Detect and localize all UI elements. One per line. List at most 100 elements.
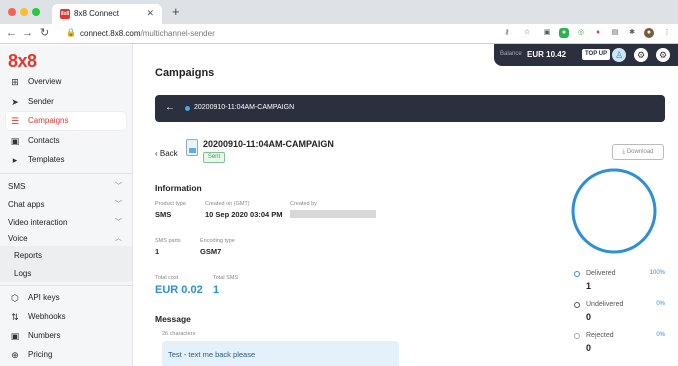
information-heading: Information (155, 183, 202, 193)
extension-icon[interactable]: ◎ (576, 28, 586, 38)
lock-icon: 🔒 (66, 28, 76, 37)
camera-icon[interactable]: ▣ (542, 28, 552, 38)
gear-icon[interactable]: ⚙ (634, 48, 648, 62)
undelivered-percent: 0% (656, 301, 665, 307)
delivered-percent: 100% (649, 270, 665, 276)
new-tab-icon[interactable]: + (172, 5, 180, 18)
templates-icon: ▸ (12, 155, 18, 165)
window-maximize-button[interactable] (32, 8, 40, 16)
forward-arrow-icon[interactable]: → (22, 27, 33, 40)
pricing-icon: ⊕ (11, 350, 19, 360)
status-badge: Sent (203, 152, 225, 163)
sidebar-group-voice[interactable]: Voice ︿ (0, 229, 132, 247)
window-minimize-button[interactable] (20, 8, 28, 16)
sidebar-group-label: Chat apps (8, 200, 45, 209)
send-icon: ➤ (11, 97, 19, 107)
extension-green-icon[interactable]: ● (559, 28, 569, 38)
address-bar-row: ← → ↻ 🔒 connect.8x8.com/multichannel-sen… (0, 24, 678, 44)
sidebar-item-label: Webhooks (28, 312, 66, 321)
campaigns-icon: ☰ (10, 116, 20, 126)
total-cost-value: EUR 0.02 (155, 284, 203, 296)
sidebar-item-sender[interactable]: ➤ Sender (6, 93, 126, 111)
api-icon: ⬡ (11, 293, 19, 303)
extension-box-icon[interactable]: ▤ (610, 28, 620, 38)
status-dot-icon (185, 106, 190, 111)
chevron-down-icon: ﹀ (115, 219, 122, 226)
total-sms-value: 1 (213, 284, 220, 296)
donut-delivered-arc (571, 168, 657, 254)
rejected-percent: 0% (656, 332, 665, 338)
key-icon[interactable]: ⚷ (502, 28, 512, 38)
star-icon[interactable]: ☆ (522, 28, 532, 38)
download-icon: ⤓ (622, 149, 626, 155)
sidebar-group-sms[interactable]: SMS ﹀ (0, 177, 132, 195)
chevron-down-icon: ﹀ (115, 183, 122, 190)
sidebar-item-contacts[interactable]: ▣ Contacts (6, 132, 126, 150)
back-arrow-icon[interactable]: ← (6, 27, 17, 40)
sidebar-subitem-label: Logs (14, 269, 32, 278)
back-button[interactable]: ‹ Back (155, 149, 178, 158)
message-text: Test - text me back please (168, 350, 256, 359)
sms-parts-label: SMS parts (155, 238, 181, 244)
logo[interactable]: 8x8 (8, 51, 37, 72)
browser-tab-bar: 8x8 8x8 Connect ✕ + (0, 0, 678, 24)
download-button[interactable]: ⤓ Download (612, 144, 664, 160)
profile-avatar[interactable]: ● (644, 28, 654, 38)
product-type-value: SMS (155, 210, 172, 219)
url-text: connect.8x8.com/multichannel-sender (80, 29, 215, 38)
tab-close-icon[interactable]: ✕ (146, 8, 154, 19)
divider (0, 173, 132, 174)
chevron-down-icon: ﹀ (115, 201, 122, 208)
delivery-donut-chart (571, 168, 657, 254)
sidebar-group-chat-apps[interactable]: Chat apps ﹀ (0, 195, 132, 213)
campaign-icon (186, 139, 198, 156)
sidebar-item-webhooks[interactable]: ⇅ Webhooks (6, 308, 126, 326)
sidebar-item-label: Contacts (28, 136, 60, 145)
reload-icon[interactable]: ↻ (40, 27, 49, 40)
campaign-banner: ← 20200910-11:04AM-CAMPAIGN (155, 95, 665, 122)
created-by-label: Created by (290, 201, 317, 207)
sidebar-subitem-logs[interactable]: Logs (0, 264, 132, 282)
sidebar-item-pricing[interactable]: ⊕ Pricing (6, 346, 126, 364)
sidebar-item-overview[interactable]: ⊞ Overview (6, 73, 126, 91)
rejected-ring-icon (574, 333, 580, 339)
pocket-icon[interactable]: ♦ (593, 28, 603, 38)
sidebar: 8x8 ⊞ Overview ➤ Sender ☰ Campaigns ▣ Co… (0, 45, 133, 366)
char-count: 26 characters (162, 331, 196, 337)
created-by-value-redacted (290, 210, 376, 218)
settings-icon[interactable]: ⚙ (656, 48, 670, 62)
created-on-label: Created on (GMT) (205, 201, 250, 207)
browser-menu-icon[interactable]: ⋮ (662, 28, 672, 38)
sidebar-item-label: Numbers (28, 331, 61, 340)
message-preview: Test - text me back please (162, 341, 399, 366)
favicon-icon: 8x8 (60, 9, 70, 19)
top-up-button[interactable]: TOP UP (582, 49, 611, 60)
back-arrow-icon[interactable]: ← (165, 102, 175, 114)
sidebar-item-label: Sender (28, 97, 54, 106)
tab-title: 8x8 Connect (74, 9, 119, 18)
sidebar-group-label: Video interaction (8, 218, 68, 227)
puzzle-icon[interactable]: ✱ (627, 28, 637, 38)
grid-icon: ⊞ (11, 77, 19, 87)
sidebar-item-api-keys[interactable]: ⬡ API keys (6, 289, 126, 307)
undelivered-label: Undelivered (586, 301, 624, 308)
window-close-button[interactable] (8, 8, 16, 16)
sidebar-item-label: API keys (28, 293, 60, 302)
total-sms-label: Total SMS (213, 275, 239, 281)
delivered-count: 1 (586, 281, 592, 291)
sidebar-item-label: Campaigns (28, 116, 69, 125)
sidebar-subitem-reports[interactable]: Reports (0, 246, 132, 264)
sidebar-item-campaigns[interactable]: ☰ Campaigns (6, 112, 126, 130)
sidebar-item-numbers[interactable]: ▣ Numbers (6, 327, 126, 345)
sidebar-subitem-label: Reports (14, 251, 43, 260)
numbers-icon: ▣ (10, 331, 20, 341)
user-icon[interactable]: ♙ (612, 48, 626, 62)
sidebar-item-templates[interactable]: ▸ Templates (6, 151, 126, 169)
back-label: Back (159, 149, 178, 158)
url-input[interactable]: 🔒 connect.8x8.com/multichannel-sender (60, 26, 510, 42)
page-title: Campaigns (155, 67, 215, 79)
banner-title: 20200910-11:04AM-CAMPAIGN (194, 104, 295, 111)
rejected-label: Rejected (586, 332, 614, 339)
browser-tab[interactable]: 8x8 8x8 Connect ✕ (52, 4, 162, 24)
delivered-label: Delivered (586, 270, 616, 277)
